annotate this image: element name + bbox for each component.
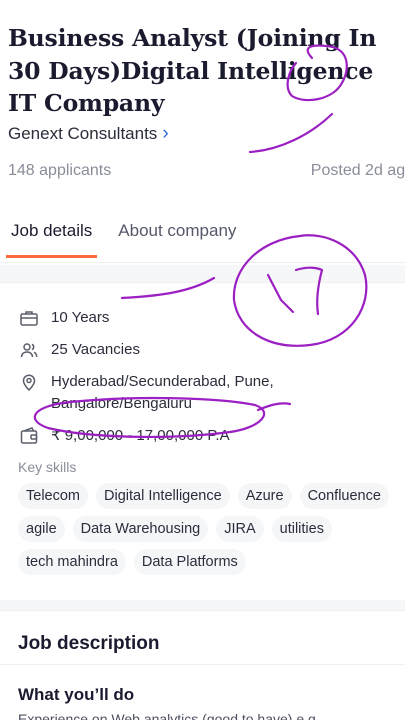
vacancies-row: 25 Vacancies (18, 339, 387, 361)
tab-about-company[interactable]: About company (113, 218, 241, 258)
location-row: Hyderabad/Secunderabad, Pune, Bangalore/… (18, 371, 387, 415)
job-title: Business Analyst (Joining In 30 Days)Dig… (8, 24, 377, 117)
skill-chip[interactable]: Data Warehousing (72, 516, 209, 542)
applicants-count: 148 applicants (8, 161, 112, 179)
description-text: Experience on Web analytics (good to hav… (18, 711, 320, 720)
skill-chip[interactable]: JIRA (216, 516, 264, 542)
experience-value: 10 Years (51, 309, 110, 326)
salary-row: ₹ 9,00,000 - 17,00,000 P.A (18, 425, 387, 447)
skill-chip[interactable]: Digital Intelligence (96, 483, 230, 509)
what-youll-do-card: What you’ll do Experience on Web analyti… (0, 664, 405, 720)
vacancies-value: 25 Vacancies (51, 341, 140, 358)
job-details-card: 10 Years 25 Vacancies Hyderabad/Secunder… (0, 282, 405, 600)
job-description-heading: Job description (18, 633, 160, 654)
skill-chip[interactable]: Confluence (299, 483, 389, 509)
job-meta: 148 applicants Posted 2d ago (8, 162, 405, 180)
skill-chip[interactable]: tech mahindra (18, 549, 126, 575)
company-name[interactable]: Genext Consultants (8, 124, 157, 144)
experience-row: 10 Years (18, 307, 387, 329)
tab-bar: Job details About company (0, 218, 405, 263)
company-link[interactable]: Genext Consultants › (8, 124, 405, 144)
skill-chip[interactable]: utilities (271, 516, 332, 542)
location-pin-icon (18, 371, 40, 393)
skill-chip[interactable]: agile (18, 516, 65, 542)
job-header: Business Analyst (Joining In 30 Days)Dig… (0, 0, 405, 265)
tab-job-details[interactable]: Job details (6, 218, 98, 258)
posted-time: Posted 2d ago (310, 161, 405, 179)
skill-chip[interactable]: Telecom (18, 483, 88, 509)
salary-value: ₹ 9,00,000 - 17,00,000 P.A (51, 427, 230, 444)
skills-list: Telecom Digital Intelligence Azure Confl… (18, 483, 398, 575)
skill-chip[interactable]: Data Platforms (133, 549, 246, 575)
location-value: Hyderabad/Secunderabad, Pune, Bangalore/… (51, 373, 274, 412)
what-youll-do-heading: What you’ll do (18, 685, 135, 704)
key-skills-label: Key skills (18, 459, 77, 475)
people-icon (18, 339, 40, 361)
skill-chip[interactable]: Azure (237, 483, 292, 509)
wallet-icon (18, 425, 40, 447)
chevron-right-icon[interactable]: › (162, 124, 168, 143)
briefcase-icon (18, 307, 40, 329)
